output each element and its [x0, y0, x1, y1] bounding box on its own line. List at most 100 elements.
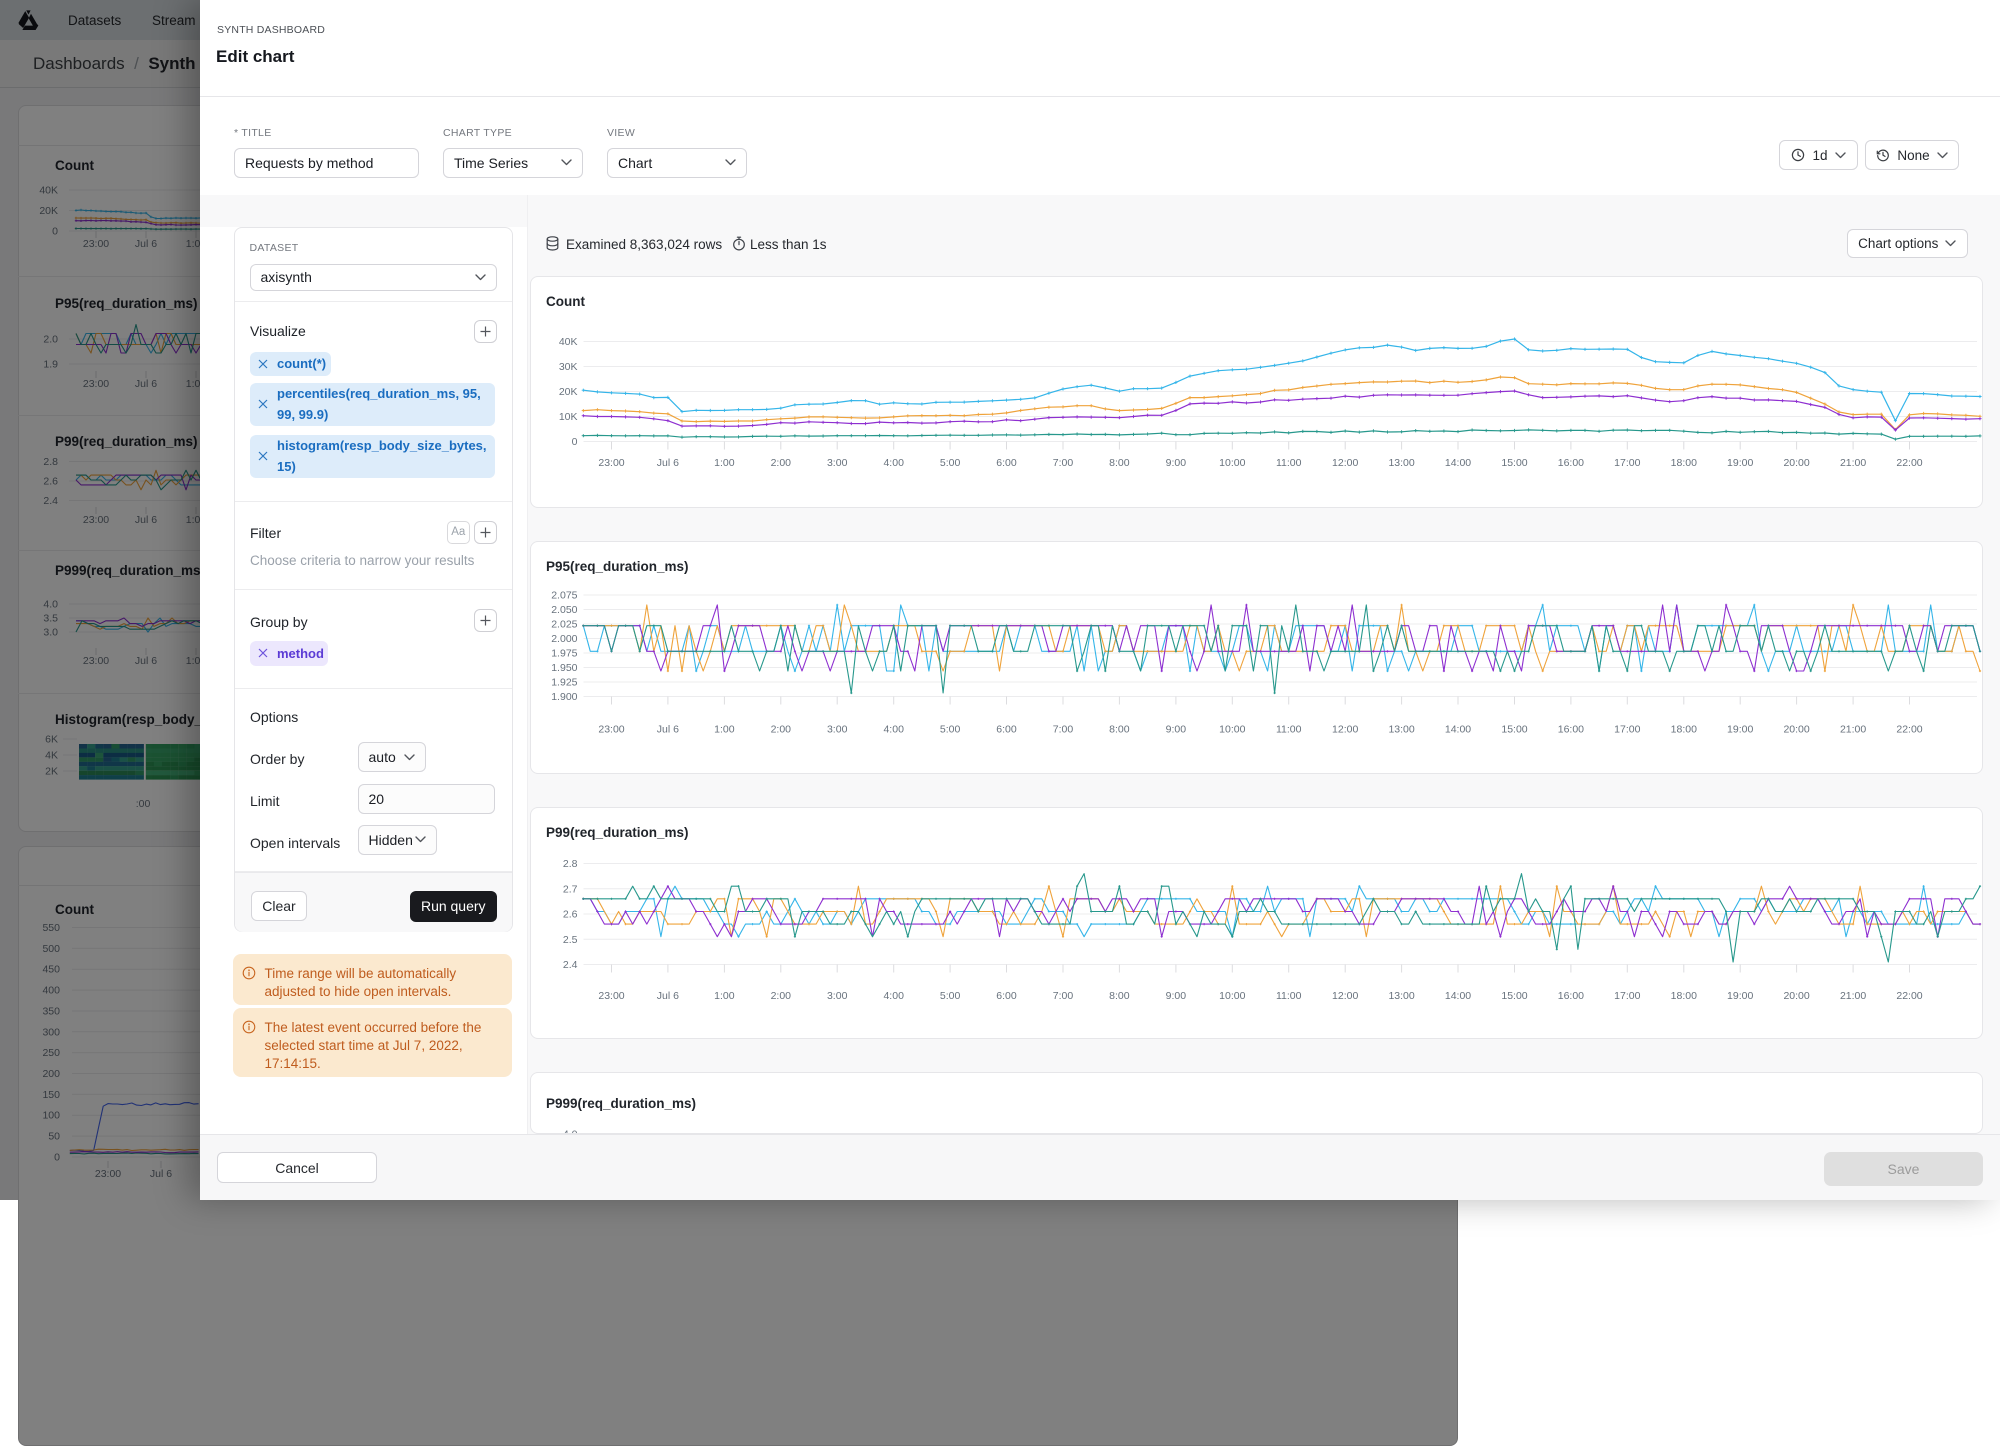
svg-text:10:00: 10:00 — [1219, 990, 1245, 1002]
svg-text:Jul 6: Jul 6 — [656, 457, 678, 469]
svg-text:1.950: 1.950 — [551, 662, 577, 674]
svg-text:2:00: 2:00 — [770, 990, 791, 1002]
svg-text:10K: 10K — [558, 411, 577, 423]
svg-text:7:00: 7:00 — [1052, 457, 1073, 469]
svg-text:1:00: 1:00 — [714, 724, 735, 736]
svg-text:21:00: 21:00 — [1839, 724, 1865, 736]
svg-text:13:00: 13:00 — [1388, 724, 1414, 736]
svg-text:19:00: 19:00 — [1727, 457, 1753, 469]
svg-text:9:00: 9:00 — [1165, 990, 1186, 1002]
svg-text:6:00: 6:00 — [996, 457, 1017, 469]
svg-text:12:00: 12:00 — [1332, 457, 1358, 469]
svg-text:200: 200 — [42, 1068, 60, 1080]
svg-text:18:00: 18:00 — [1670, 457, 1696, 469]
svg-text:Jul 6: Jul 6 — [656, 724, 678, 736]
svg-text:150: 150 — [42, 1089, 60, 1101]
svg-text:1:00: 1:00 — [714, 457, 735, 469]
svg-text:15:00: 15:00 — [1501, 990, 1527, 1002]
svg-text:17:00: 17:00 — [1614, 724, 1640, 736]
svg-text:21:00: 21:00 — [1839, 990, 1865, 1002]
svg-text:12:00: 12:00 — [1332, 990, 1358, 1002]
svg-text:5:00: 5:00 — [939, 990, 960, 1002]
svg-text:8:00: 8:00 — [1109, 457, 1130, 469]
svg-text:2:00: 2:00 — [770, 724, 791, 736]
svg-text:15:00: 15:00 — [1501, 724, 1527, 736]
svg-text:0: 0 — [571, 436, 577, 448]
svg-text:2.050: 2.050 — [551, 604, 577, 616]
svg-text:2.4: 2.4 — [562, 959, 577, 971]
svg-text:9:00: 9:00 — [1165, 457, 1186, 469]
svg-text:4:00: 4:00 — [883, 724, 904, 736]
svg-text:6:00: 6:00 — [996, 724, 1017, 736]
svg-text:3:00: 3:00 — [826, 457, 847, 469]
svg-text:2.025: 2.025 — [551, 619, 577, 631]
svg-text:23:00: 23:00 — [598, 457, 624, 469]
svg-text:16:00: 16:00 — [1557, 724, 1583, 736]
svg-text:4:00: 4:00 — [883, 990, 904, 1002]
svg-text:100: 100 — [42, 1110, 60, 1122]
svg-text:10:00: 10:00 — [1219, 457, 1245, 469]
svg-text:1:00: 1:00 — [714, 990, 735, 1002]
svg-text:11:00: 11:00 — [1275, 724, 1301, 736]
svg-text:13:00: 13:00 — [1388, 457, 1414, 469]
svg-text:250: 250 — [42, 1047, 60, 1059]
svg-text:19:00: 19:00 — [1727, 990, 1753, 1002]
svg-text:3:00: 3:00 — [826, 990, 847, 1002]
svg-text:13:00: 13:00 — [1388, 990, 1414, 1002]
svg-text:450: 450 — [42, 964, 60, 976]
svg-text:20:00: 20:00 — [1783, 457, 1809, 469]
svg-text:2.7: 2.7 — [562, 883, 577, 895]
svg-text:11:00: 11:00 — [1275, 457, 1301, 469]
svg-text:50: 50 — [48, 1131, 60, 1143]
svg-text:22:00: 22:00 — [1896, 457, 1922, 469]
svg-text:6:00: 6:00 — [996, 990, 1017, 1002]
svg-text:10:00: 10:00 — [1219, 724, 1245, 736]
svg-text:7:00: 7:00 — [1052, 724, 1073, 736]
svg-text:500: 500 — [42, 943, 60, 955]
svg-text:16:00: 16:00 — [1557, 457, 1583, 469]
svg-text:2.5: 2.5 — [562, 933, 577, 945]
svg-text:15:00: 15:00 — [1501, 457, 1527, 469]
svg-text:5:00: 5:00 — [939, 724, 960, 736]
svg-text:550: 550 — [42, 922, 60, 934]
svg-text:12:00: 12:00 — [1332, 724, 1358, 736]
svg-text:1.925: 1.925 — [551, 677, 577, 689]
svg-text:18:00: 18:00 — [1670, 990, 1696, 1002]
svg-text:17:00: 17:00 — [1614, 990, 1640, 1002]
svg-text:350: 350 — [42, 1005, 60, 1017]
svg-text:17:00: 17:00 — [1614, 457, 1640, 469]
svg-text:2:00: 2:00 — [770, 457, 791, 469]
svg-text:23:00: 23:00 — [598, 990, 624, 1002]
svg-text:1.900: 1.900 — [551, 691, 577, 703]
svg-text:300: 300 — [42, 1026, 60, 1038]
svg-text:400: 400 — [42, 985, 60, 997]
svg-text:14:00: 14:00 — [1444, 457, 1470, 469]
svg-text:16:00: 16:00 — [1557, 990, 1583, 1002]
svg-text:2.6: 2.6 — [562, 908, 577, 920]
svg-text:14:00: 14:00 — [1444, 990, 1470, 1002]
svg-text:20:00: 20:00 — [1783, 990, 1809, 1002]
svg-text:0: 0 — [54, 1151, 60, 1163]
svg-text:22:00: 22:00 — [1896, 990, 1922, 1002]
svg-text:14:00: 14:00 — [1444, 724, 1470, 736]
svg-text:23:00: 23:00 — [598, 724, 624, 736]
svg-text:11:00: 11:00 — [1275, 990, 1301, 1002]
svg-text:30K: 30K — [558, 361, 577, 373]
svg-text:18:00: 18:00 — [1670, 724, 1696, 736]
svg-text:8:00: 8:00 — [1109, 724, 1130, 736]
svg-text:7:00: 7:00 — [1052, 990, 1073, 1002]
svg-text:2.000: 2.000 — [551, 633, 577, 645]
svg-text:3:00: 3:00 — [826, 724, 847, 736]
svg-text:Jul 6: Jul 6 — [656, 990, 678, 1002]
svg-text:20:00: 20:00 — [1783, 724, 1809, 736]
svg-text:21:00: 21:00 — [1839, 457, 1865, 469]
svg-text:2.075: 2.075 — [551, 590, 577, 602]
svg-text:4:00: 4:00 — [883, 457, 904, 469]
svg-text:8:00: 8:00 — [1109, 990, 1130, 1002]
svg-text:19:00: 19:00 — [1727, 724, 1753, 736]
svg-text:23:00: 23:00 — [95, 1168, 121, 1180]
svg-text:2.8: 2.8 — [562, 858, 577, 870]
svg-text:Jul 6: Jul 6 — [150, 1168, 172, 1180]
svg-text:1.975: 1.975 — [551, 648, 577, 660]
svg-text:5:00: 5:00 — [939, 457, 960, 469]
